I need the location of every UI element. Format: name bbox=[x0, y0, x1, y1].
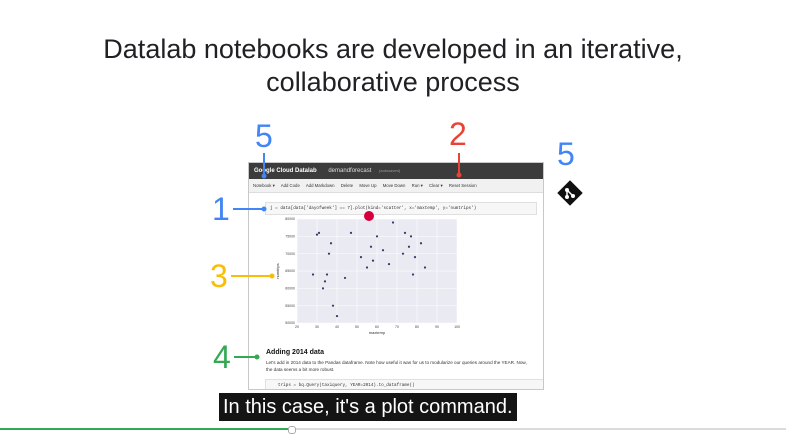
pointer-1-dot bbox=[261, 206, 267, 212]
video-caption: In this case, it's a plot command. bbox=[219, 393, 517, 421]
run-highlight-dot bbox=[364, 211, 374, 221]
pointer-3-dot bbox=[269, 273, 275, 279]
callout-pointers bbox=[231, 153, 462, 360]
pointer-2-dot bbox=[456, 172, 462, 178]
pointer-4-dot bbox=[254, 354, 260, 360]
pointer-5-top-dot bbox=[261, 173, 267, 179]
video-progress-knob[interactable] bbox=[287, 426, 296, 434]
